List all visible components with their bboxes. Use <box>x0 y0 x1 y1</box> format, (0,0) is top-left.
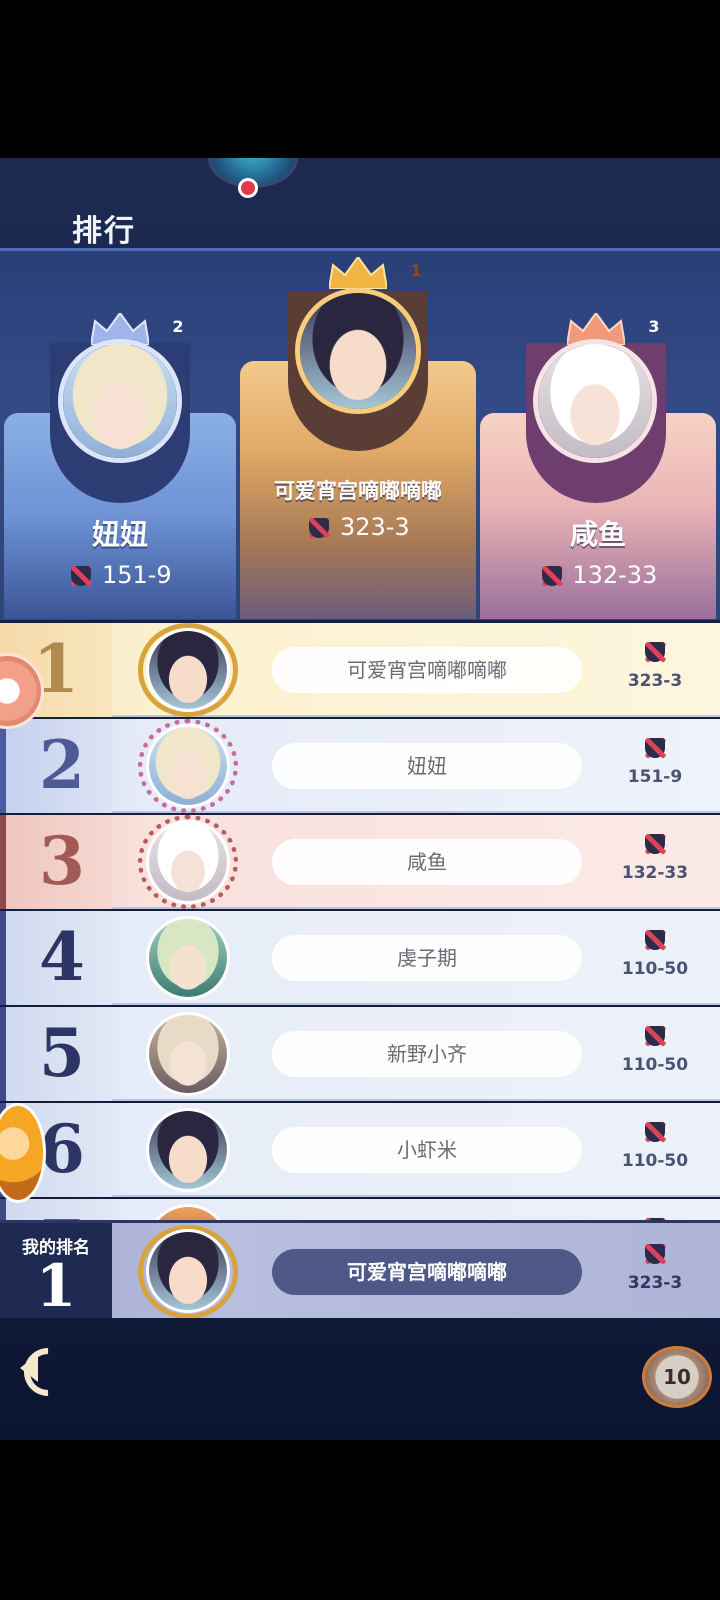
rank-number: 3 <box>39 822 85 900</box>
my-score-value: 323-3 <box>627 1273 683 1293</box>
avatar-image <box>149 1015 227 1093</box>
rank-number: 4 <box>39 918 85 996</box>
ranking-row[interactable]: 3 咸鱼 132-33 <box>0 815 720 909</box>
rank-cell: 2 <box>0 719 112 813</box>
rank-cell: 3 <box>0 815 112 909</box>
crossed-swords-icon <box>642 1119 668 1145</box>
avatar-first[interactable] <box>295 288 421 414</box>
ranking-row[interactable]: 5 新野小齐 110-50 <box>0 1007 720 1101</box>
ranking-row[interactable]: 4 虔子期 110-50 <box>0 911 720 1005</box>
ranking-list[interactable]: 1 可爱宵宫嘀嘟嘀嘟 323-3 2 妞妞 151-9 3 咸鱼 132-33 … <box>0 623 720 1223</box>
crossed-swords-icon <box>642 735 668 761</box>
rank-number: 2 <box>39 726 85 804</box>
avatar-image <box>149 631 227 709</box>
footer: 10 <box>0 1318 720 1440</box>
my-rank-cell: 我的排名 1 <box>0 1223 112 1321</box>
score-cell: 110-50 <box>600 911 710 1005</box>
avatar[interactable] <box>146 1012 230 1096</box>
ranking-row[interactable]: 2 妞妞 151-9 <box>0 719 720 813</box>
header: 排行 <box>0 158 720 249</box>
score-value: 151-9 <box>101 561 172 589</box>
player-name: 妞妞 <box>272 743 582 789</box>
podium-score-third: 132-33 <box>480 561 716 589</box>
avatar[interactable] <box>146 628 230 712</box>
avatar[interactable] <box>146 916 230 1000</box>
avatar-image <box>538 344 652 458</box>
score-value: 323-3 <box>627 671 683 691</box>
crown-icon-first: 1 <box>327 255 422 290</box>
crossed-swords-icon <box>642 831 668 857</box>
player-name: 可爱宵宫嘀嘟嘀嘟 <box>272 647 582 693</box>
score-value: 110-50 <box>621 1151 689 1171</box>
crown-number-second: 2 <box>172 317 184 336</box>
podium-name-second: 妞妞 <box>91 518 148 551</box>
avatar[interactable] <box>146 1108 230 1192</box>
score-cell: 110-50 <box>600 1103 710 1197</box>
my-rank-bar[interactable]: 我的排名 1 可爱宵宫嘀嘟嘀嘟 323-3 <box>0 1220 720 1321</box>
crossed-swords-icon <box>642 1023 668 1049</box>
player-name: 咸鱼 <box>272 839 582 885</box>
player-name: 虔子期 <box>272 935 582 981</box>
my-avatar[interactable] <box>146 1229 230 1313</box>
avatar-image <box>149 1111 227 1189</box>
score-value: 323-3 <box>339 513 410 541</box>
rank-cell: 5 <box>0 1007 112 1101</box>
crossed-swords-icon <box>642 927 668 953</box>
rank-number: 5 <box>39 1014 85 1092</box>
avatar-image <box>300 293 416 409</box>
avatar-image <box>149 1232 227 1310</box>
score-value: 110-50 <box>621 1055 689 1075</box>
podium: 2 1 3 妞妞 151-9 可爱宵宫嘀嘟嘀嘟 323-3 咸鱼 132-33 <box>0 248 720 620</box>
crossed-swords-icon <box>642 1241 668 1267</box>
avatar-image <box>149 919 227 997</box>
ranking-row[interactable]: 1 可爱宵宫嘀嘟嘀嘟 323-3 <box>0 623 720 717</box>
my-score-cell: 323-3 <box>600 1223 710 1321</box>
avatar-image <box>63 344 177 458</box>
score-value: 151-9 <box>627 767 683 787</box>
crossed-swords-icon <box>68 563 94 589</box>
score-cell: 323-3 <box>600 623 710 717</box>
avatar[interactable] <box>146 820 230 904</box>
page-title: 排行 <box>72 214 136 249</box>
podium-name-first: 可爱宵宫嘀嘟嘀嘟 <box>274 479 442 503</box>
podium-score-second: 151-9 <box>4 561 236 589</box>
avatar-image <box>149 727 227 805</box>
player-name: 小虾米 <box>272 1127 582 1173</box>
crossed-swords-icon <box>306 515 332 541</box>
leaderboard-screen: 排行 2 1 3 妞妞 151-9 可爱宵宫嘀嘟嘀嘟 323-3 咸鱼 132-… <box>0 158 720 1440</box>
crossed-swords-icon <box>642 639 668 665</box>
avatar[interactable] <box>146 724 230 808</box>
podium-score-first: 323-3 <box>240 513 476 541</box>
podium-name-third: 咸鱼 <box>569 518 626 551</box>
avatar-third[interactable] <box>533 339 657 463</box>
rank-cell: 4 <box>0 911 112 1005</box>
crown-number-third: 3 <box>648 317 660 336</box>
score-cell: 151-9 <box>600 719 710 813</box>
ranking-row[interactable]: 6 小虾米 110-50 <box>0 1103 720 1197</box>
score-value: 132-33 <box>572 561 658 589</box>
score-value: 132-33 <box>621 863 689 883</box>
crown-number-first: 1 <box>410 261 422 280</box>
crossed-swords-icon <box>539 563 565 589</box>
avatar-second[interactable] <box>58 339 182 463</box>
my-player-name: 可爱宵宫嘀嘟嘀嘟 <box>272 1249 582 1295</box>
counter-badge[interactable]: 10 <box>642 1346 712 1408</box>
my-rank-number: 1 <box>35 1252 77 1320</box>
score-cell: 132-33 <box>600 815 710 909</box>
score-cell: 110-50 <box>600 1007 710 1101</box>
avatar-image <box>149 823 227 901</box>
player-name: 新野小齐 <box>272 1031 582 1077</box>
score-value: 110-50 <box>621 959 689 979</box>
notification-dot-icon <box>238 178 258 198</box>
back-arrow-icon[interactable] <box>14 1336 76 1398</box>
